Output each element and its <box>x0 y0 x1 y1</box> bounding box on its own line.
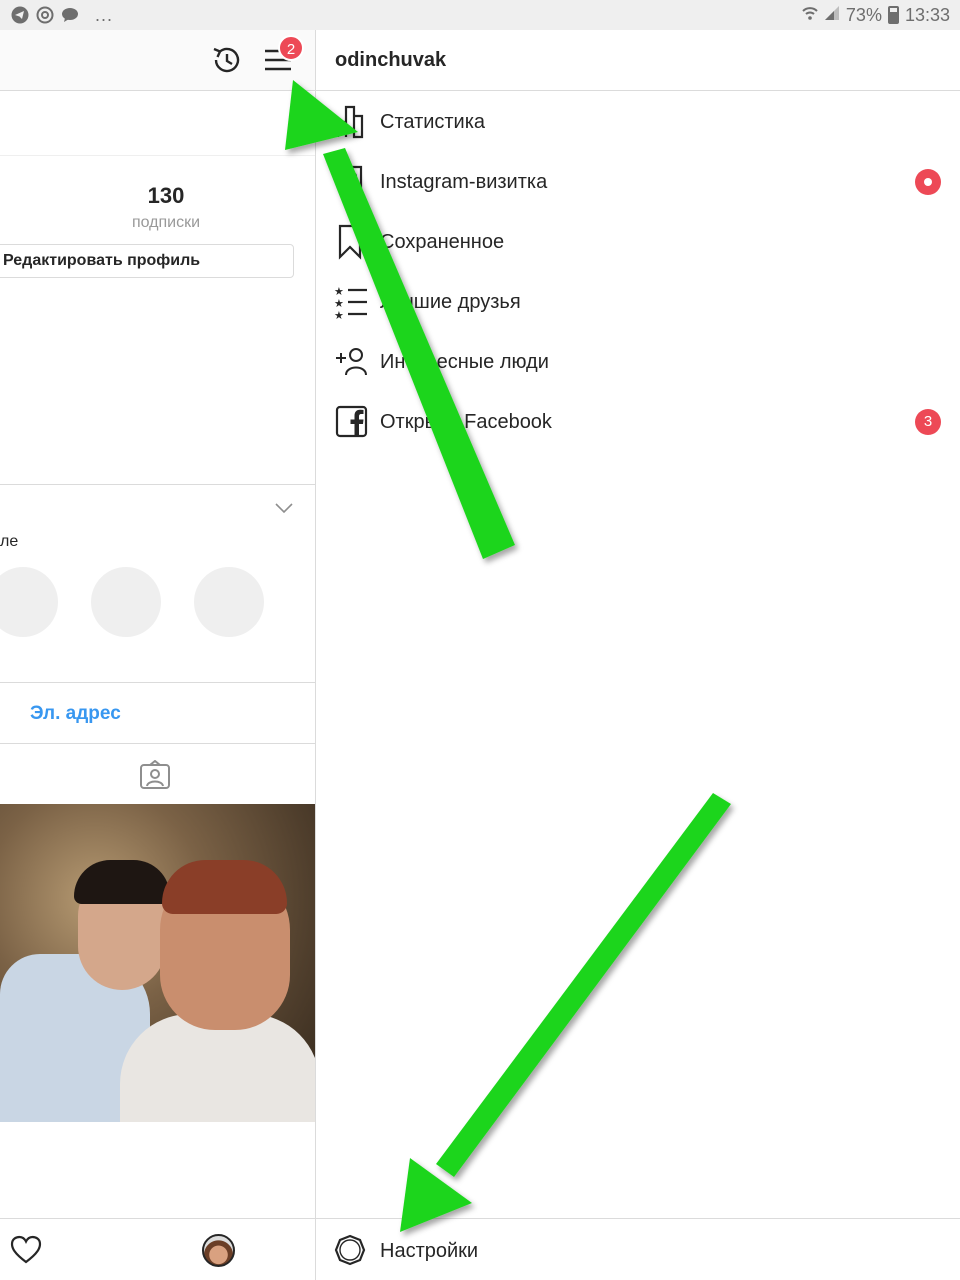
highlight-placeholder[interactable] <box>0 567 58 637</box>
heart-icon[interactable] <box>10 1235 42 1265</box>
menu-item-saved[interactable]: Сохраненное <box>316 212 960 272</box>
menu-item-open-facebook[interactable]: Открыть Facebook 3 <box>316 392 960 452</box>
battery-percent: 73% <box>845 4 882 25</box>
highlight-placeholder[interactable] <box>194 567 264 637</box>
side-drawer: odinchuvak Статистика Instagram-визитка … <box>316 30 960 1280</box>
menu-item-label: Сохраненное <box>380 231 505 253</box>
drawer-username: odinchuvak <box>335 49 447 71</box>
discover-people-icon <box>334 344 370 380</box>
profile-avatar[interactable] <box>202 1234 235 1267</box>
story-highlights-section: ле <box>0 484 315 684</box>
svg-text:★: ★ <box>334 309 344 320</box>
menu-item-insights[interactable]: Статистика <box>316 92 960 152</box>
menu-item-label: Интересные люди <box>380 351 549 373</box>
facebook-icon <box>334 404 370 440</box>
signal-icon <box>824 5 840 26</box>
message-icon <box>60 5 80 25</box>
menu-item-label: Лучшие друзья <box>380 291 521 313</box>
menu-item-close-friends[interactable]: ★ ★ ★ Лучшие друзья <box>316 272 960 332</box>
more-notifications: ... <box>95 4 114 25</box>
settings-row[interactable]: Настройки <box>316 1218 960 1280</box>
email-button[interactable]: Эл. адрес <box>30 703 121 725</box>
gear-icon <box>334 1234 366 1266</box>
bottom-nav <box>0 1218 315 1280</box>
battery-icon <box>887 6 899 24</box>
clock: 13:33 <box>904 4 950 25</box>
menu-item-label: Открыть Facebook <box>380 411 552 433</box>
notification-badge: 3 <box>915 409 941 435</box>
menu-item-label: Instagram-визитка <box>380 171 548 193</box>
chevron-down-icon[interactable] <box>274 501 294 515</box>
profile-pane: 2 130 подписки Редактировать профиль ле … <box>0 30 316 1280</box>
status-bar: ... 73% 13:33 <box>0 0 960 30</box>
following-label[interactable]: подписки <box>110 214 222 232</box>
menu-item-label: Статистика <box>380 111 486 133</box>
photo-figure <box>162 860 287 914</box>
menu-item-nametag[interactable]: Instagram-визитка <box>316 152 960 212</box>
system-status: 73% 13:33 <box>802 4 950 26</box>
highlight-placeholder[interactable] <box>91 567 161 637</box>
contact-bar: Эл. адрес <box>0 682 315 744</box>
tagged-photos-icon[interactable] <box>139 759 171 790</box>
highlights-label: ле <box>0 533 19 550</box>
at-icon <box>35 5 55 25</box>
photo-figure <box>120 1014 315 1122</box>
wifi-icon <box>802 5 818 26</box>
notification-icons: ... <box>10 4 113 26</box>
profile-name-row <box>0 92 315 156</box>
nametag-icon <box>334 164 370 200</box>
photo-figure <box>74 860 170 904</box>
edit-profile-button[interactable]: Редактировать профиль <box>0 244 294 278</box>
menu-item-discover-people[interactable]: Интересные люди <box>316 332 960 392</box>
new-indicator-dot <box>915 169 941 195</box>
telegram-icon <box>10 5 30 25</box>
close-friends-icon: ★ ★ ★ <box>334 284 370 322</box>
profile-header: 2 <box>0 30 315 91</box>
bookmark-icon <box>334 224 370 260</box>
following-count[interactable]: 130 <box>110 183 222 209</box>
profile-post-photo[interactable] <box>0 804 315 1122</box>
menu-notification-badge: 2 <box>278 35 304 61</box>
archive-history-icon[interactable] <box>208 42 244 78</box>
settings-label: Настройки <box>380 1240 479 1262</box>
insights-icon <box>334 104 370 140</box>
drawer-header: odinchuvak <box>316 30 960 91</box>
